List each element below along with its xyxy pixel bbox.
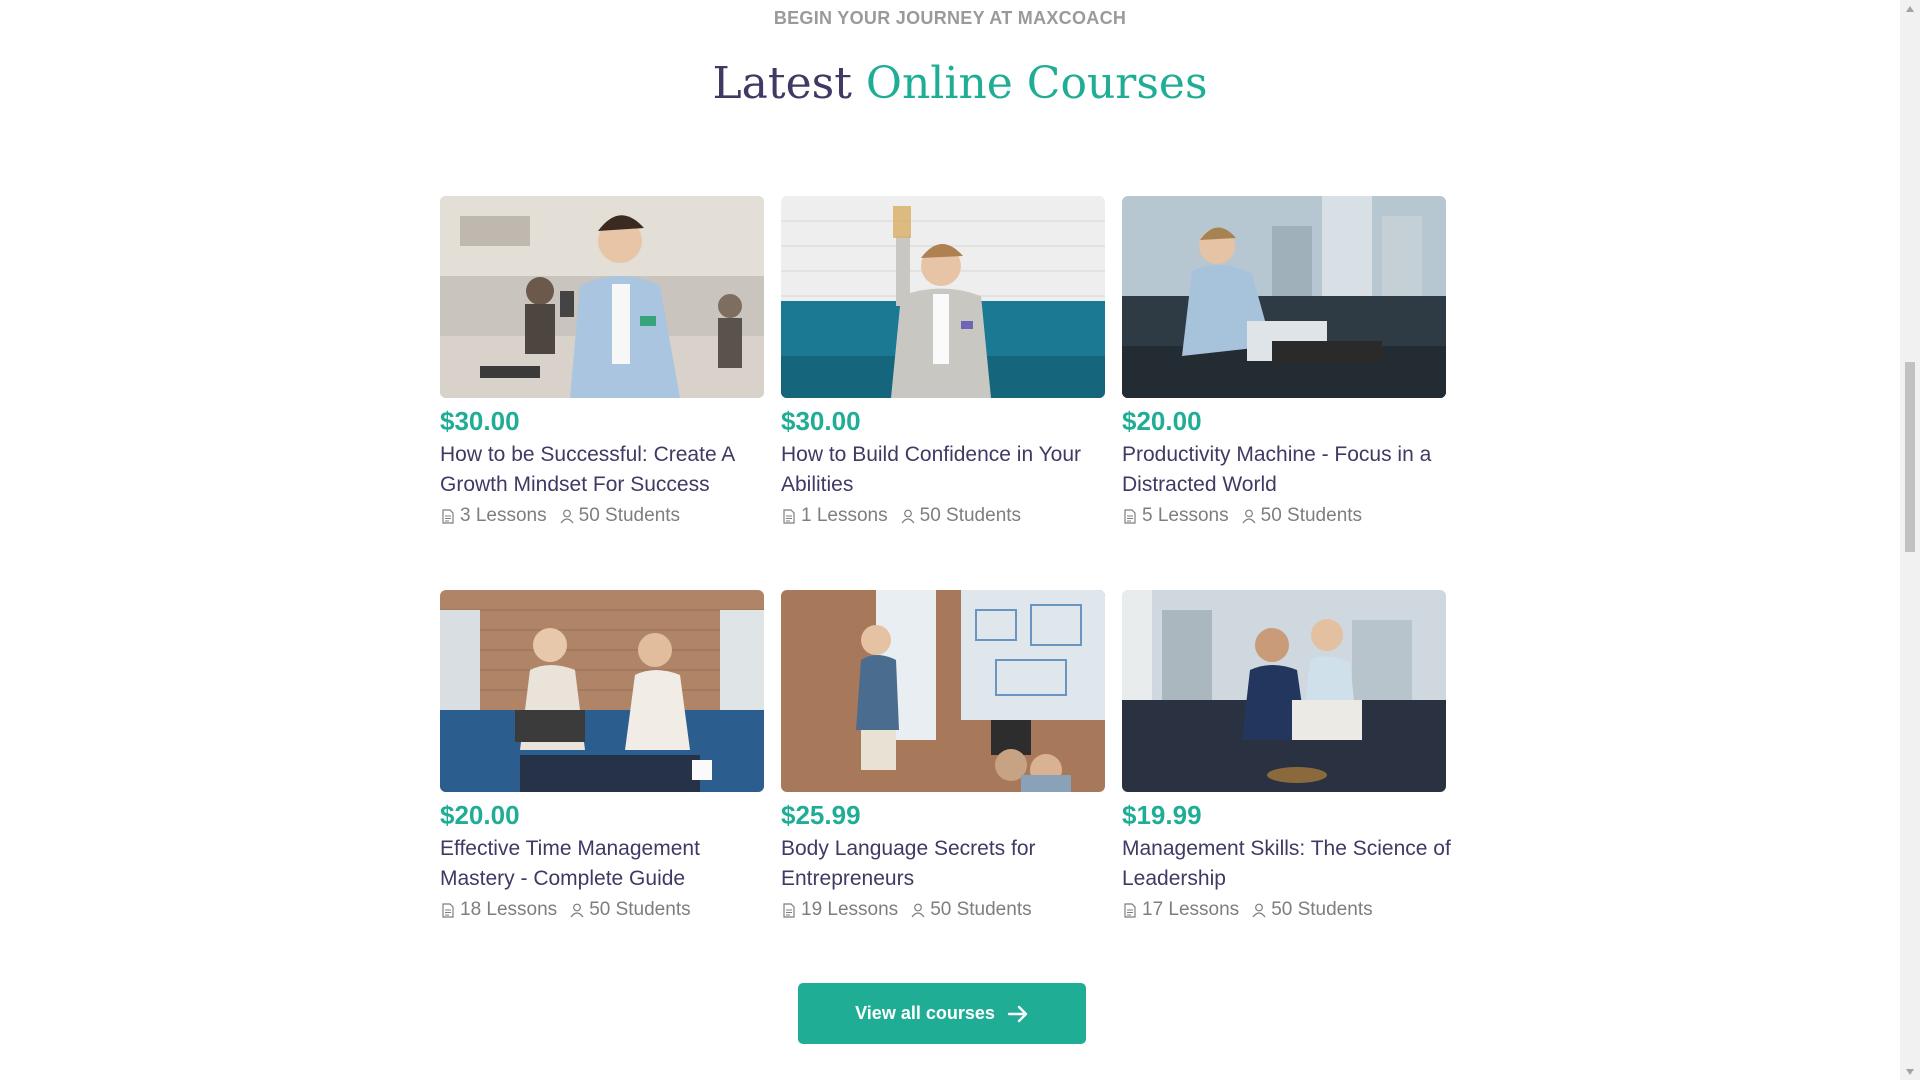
lesson-count: 1 Lessons	[801, 505, 888, 526]
course-card[interactable]: $20.00 Effective Time Management Mastery…	[440, 590, 764, 984]
course-meta: 17 Lessons 50 Students	[1122, 896, 1446, 924]
course-title[interactable]: Productivity Machine - Focus in a Distra…	[1122, 440, 1462, 500]
document-icon	[1122, 507, 1138, 525]
view-all-courses-label: View all courses	[855, 1003, 995, 1023]
course-price: $20.00	[1122, 406, 1202, 436]
user-icon	[1241, 507, 1257, 525]
view-all-courses-button[interactable]: View all courses	[798, 983, 1086, 1044]
student-count: 50 Students	[589, 899, 691, 920]
course-title[interactable]: Body Language Secrets for Entrepreneurs	[781, 834, 1121, 894]
student-count: 50 Students	[919, 505, 1022, 526]
course-meta: 18 Lessons 50 Students	[440, 896, 764, 924]
scroll-down-arrow-icon[interactable]	[1900, 1063, 1920, 1080]
course-meta: 19 Lessons 50 Students	[781, 896, 1105, 924]
lesson-count: 3 Lessons	[460, 505, 547, 526]
document-icon	[781, 901, 797, 919]
document-icon	[1122, 901, 1138, 919]
course-card[interactable]: $20.00 Productivity Machine - Focus in a…	[1122, 196, 1446, 590]
course-meta: 1 Lessons 50 Students	[781, 502, 1105, 530]
arrow-right-icon	[1007, 1005, 1029, 1023]
course-price: $30.00	[440, 406, 520, 436]
student-count: 50 Students	[578, 505, 681, 526]
section-title-part1: Latest	[712, 58, 852, 109]
scrollbar-thumb[interactable]	[1905, 362, 1915, 552]
student-count: 50 Students	[930, 899, 1032, 920]
course-title[interactable]: Effective Time Management Mastery - Comp…	[440, 834, 780, 894]
section-title-part2: Online Courses	[865, 58, 1208, 109]
page: BEGIN YOUR JOURNEY AT MAXCOACH Latest On…	[0, 0, 1920, 1080]
course-meta: 3 Lessons 50 Students	[440, 502, 764, 530]
user-icon	[569, 901, 585, 919]
document-icon	[440, 901, 456, 919]
course-thumbnail[interactable]	[781, 196, 1105, 398]
scroll-up-arrow-icon[interactable]	[1900, 0, 1920, 17]
lesson-count: 19 Lessons	[801, 899, 899, 920]
user-icon	[910, 901, 926, 919]
course-thumbnail[interactable]	[781, 590, 1105, 792]
course-title[interactable]: Management Skills: The Science of Leader…	[1122, 834, 1462, 894]
section-title: Latest Online Courses	[0, 58, 1920, 109]
course-card[interactable]: $30.00 How to be Successful: Create A Gr…	[440, 196, 764, 590]
course-price: $20.00	[440, 800, 520, 830]
lesson-count: 17 Lessons	[1142, 899, 1240, 920]
course-thumbnail[interactable]	[1122, 196, 1446, 398]
course-thumbnail[interactable]	[1122, 590, 1446, 792]
section-eyebrow: BEGIN YOUR JOURNEY AT MAXCOACH	[773, 8, 1127, 28]
course-price: $19.99	[1122, 800, 1202, 830]
course-title[interactable]: How to Build Confidence in Your Abilitie…	[781, 440, 1121, 500]
courses-section: BEGIN YOUR JOURNEY AT MAXCOACH Latest On…	[0, 0, 1900, 1080]
course-meta: 5 Lessons 50 Students	[1122, 502, 1446, 530]
document-icon	[440, 507, 456, 525]
course-title[interactable]: How to be Successful: Create A Growth Mi…	[440, 440, 780, 500]
course-grid: $30.00 How to be Successful: Create A Gr…	[440, 196, 1460, 984]
course-price: $30.00	[781, 406, 861, 436]
user-icon	[559, 507, 575, 525]
course-thumbnail[interactable]	[440, 196, 764, 398]
document-icon	[781, 507, 797, 525]
lesson-count: 5 Lessons	[1142, 505, 1229, 526]
vertical-scrollbar[interactable]	[1900, 0, 1920, 1080]
user-icon	[1251, 901, 1267, 919]
course-card[interactable]: $30.00 How to Build Confidence in Your A…	[781, 196, 1105, 590]
course-price: $25.99	[781, 800, 861, 830]
lesson-count: 18 Lessons	[460, 899, 558, 920]
user-icon	[900, 507, 916, 525]
course-card[interactable]: $19.99 Management Skills: The Science of…	[1122, 590, 1451, 984]
course-thumbnail[interactable]	[440, 590, 764, 792]
student-count: 50 Students	[1271, 899, 1373, 920]
student-count: 50 Students	[1260, 505, 1363, 526]
course-card[interactable]: $25.99 Body Language Secrets for Entrepr…	[781, 590, 1105, 984]
